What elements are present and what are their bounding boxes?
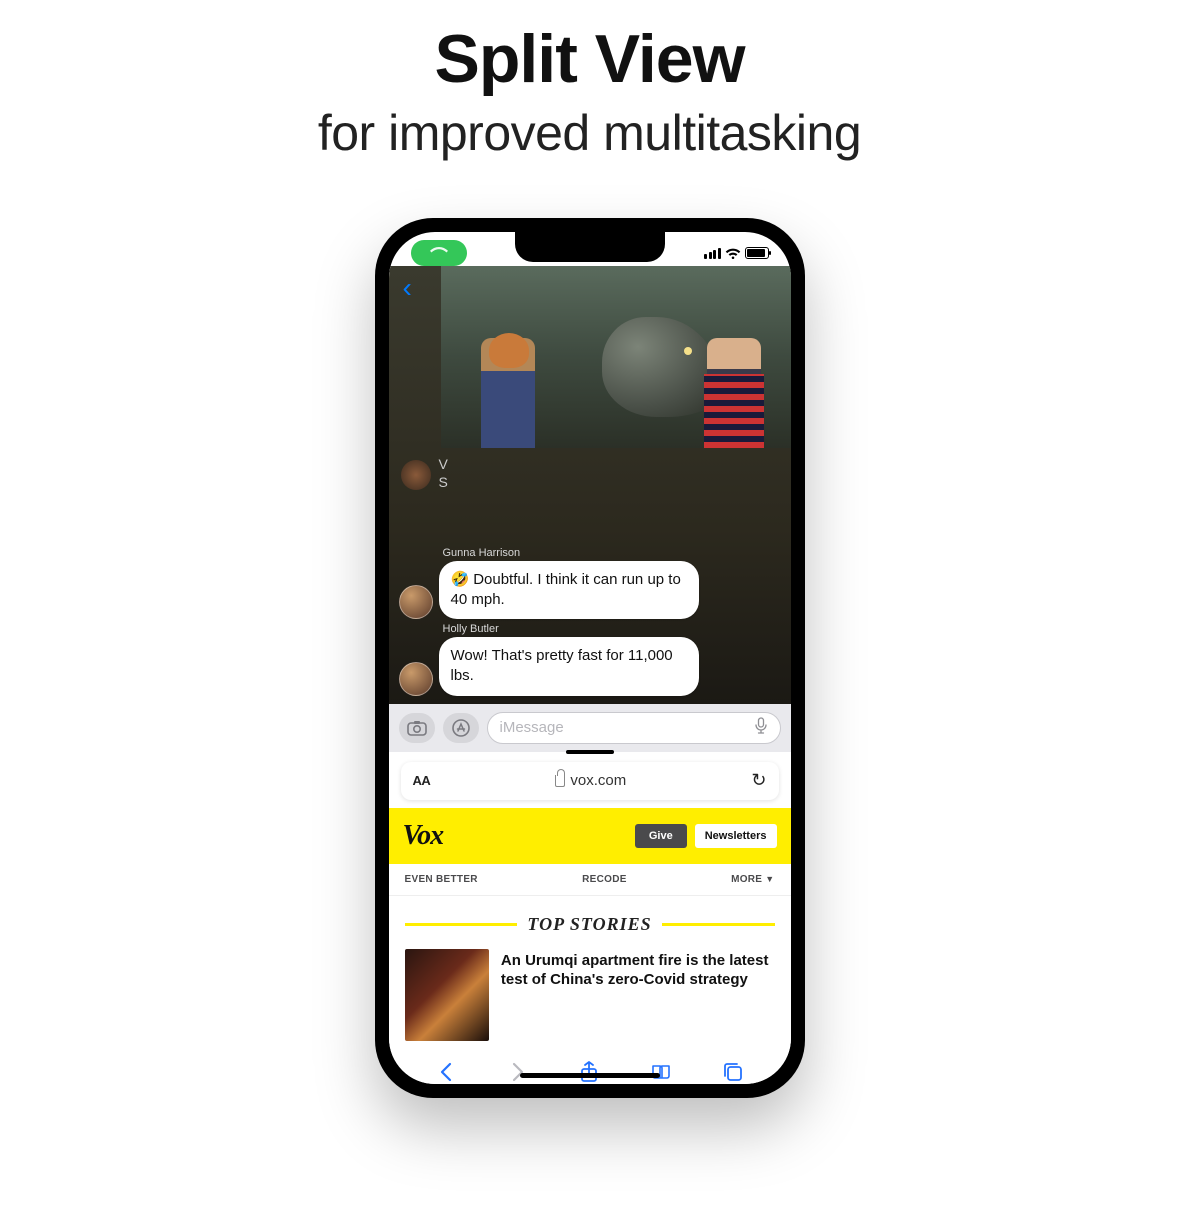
typing-line-2: S <box>439 474 448 490</box>
nav-recode[interactable]: RECODE <box>582 874 627 885</box>
messages-body[interactable]: ‹ V S Gunna Harrison <box>389 266 791 704</box>
story-title: An Urumqi apartment fire is the latest t… <box>501 949 775 1041</box>
bookmarks-button[interactable] <box>649 1060 673 1084</box>
picture-in-picture-video[interactable] <box>441 266 791 448</box>
url-bar[interactable]: AA vox.com ↻ <box>401 762 779 800</box>
accent-line <box>405 923 518 926</box>
app-safari: AA vox.com ↻ Vox Give Newsletters EVEN B… <box>389 752 791 1084</box>
url-display[interactable]: vox.com <box>555 772 626 789</box>
top-stories-label: TOP STORIES <box>527 914 651 935</box>
nav-forward-button <box>506 1060 530 1084</box>
avatar <box>399 662 433 696</box>
url-text: vox.com <box>570 772 626 789</box>
person-1 <box>481 338 535 448</box>
message-bubble[interactable]: Wow! That's pretty fast for 11,000 lbs. <box>439 637 699 696</box>
nav-more[interactable]: MORE▼ <box>731 874 774 885</box>
app-store-icon <box>452 719 470 737</box>
compose-bar: iMessage <box>389 704 791 752</box>
emoji-icon: 🤣 <box>451 571 470 588</box>
battery-icon <box>745 247 769 259</box>
newsletters-button[interactable]: Newsletters <box>695 824 777 848</box>
apps-button[interactable] <box>443 713 479 743</box>
app-messages: ‹ V S Gunna Harrison <box>389 266 791 752</box>
story-thumbnail <box>405 949 489 1041</box>
iphone-frame: ‹ V S Gunna Harrison <box>375 218 805 1098</box>
input-placeholder: iMessage <box>500 719 564 736</box>
message-input[interactable]: iMessage <box>487 712 781 744</box>
hero-title: Split View <box>435 20 745 98</box>
message-row: 🤣Doubtful. I think it can run up to 40 m… <box>399 561 781 620</box>
message-bubble[interactable]: 🤣Doubtful. I think it can run up to 40 m… <box>439 561 699 620</box>
lock-icon <box>555 775 565 787</box>
status-right <box>704 247 769 259</box>
sender-name: Gunna Harrison <box>443 547 781 559</box>
avatar <box>401 460 431 490</box>
message-text: Doubtful. I think it can run up to 40 mp… <box>451 571 681 608</box>
back-chevron-icon[interactable]: ‹ <box>403 272 412 304</box>
typing-indicator: V S <box>401 456 448 490</box>
story-item[interactable]: An Urumqi apartment fire is the latest t… <box>389 941 791 1049</box>
reload-icon[interactable]: ↻ <box>751 770 766 791</box>
notch <box>515 232 665 262</box>
screen: ‹ V S Gunna Harrison <box>389 232 791 1084</box>
call-status-pill[interactable] <box>411 240 467 266</box>
wifi-icon <box>725 247 741 259</box>
message-text: Wow! That's pretty fast for 11,000 lbs. <box>451 647 673 684</box>
typing-line-1: V <box>439 456 448 472</box>
sender-name: Holly Butler <box>443 623 781 635</box>
nav-back-button[interactable] <box>434 1060 458 1084</box>
hero-subtitle: for improved multitasking <box>318 104 861 162</box>
accent-line <box>662 923 775 926</box>
vox-header: Vox Give Newsletters <box>389 808 791 864</box>
video-scene <box>441 266 791 448</box>
share-button[interactable] <box>577 1060 601 1084</box>
message-thread[interactable]: Gunna Harrison 🤣Doubtful. I think it can… <box>389 537 791 704</box>
home-indicator[interactable] <box>520 1073 660 1078</box>
message-row: Wow! That's pretty fast for 11,000 lbs. <box>399 637 781 696</box>
give-button[interactable]: Give <box>635 824 687 848</box>
camera-button[interactable] <box>399 713 435 743</box>
top-stories-header: TOP STORIES <box>389 896 791 941</box>
vox-logo[interactable]: Vox <box>403 820 444 852</box>
mic-icon[interactable] <box>754 717 768 739</box>
nav-even-better[interactable]: EVEN BETTER <box>405 874 478 885</box>
camera-icon <box>407 720 427 736</box>
avatar <box>399 585 433 619</box>
chevron-down-icon: ▼ <box>765 874 774 884</box>
divider-handle[interactable] <box>566 750 614 754</box>
signal-bars-icon <box>704 247 721 259</box>
safari-toolbar <box>389 1049 791 1084</box>
tabs-button[interactable] <box>721 1060 745 1084</box>
vox-nav: EVEN BETTER RECODE MORE▼ <box>389 864 791 896</box>
reader-aa-button[interactable]: AA <box>413 773 431 788</box>
person-2 <box>707 338 761 448</box>
